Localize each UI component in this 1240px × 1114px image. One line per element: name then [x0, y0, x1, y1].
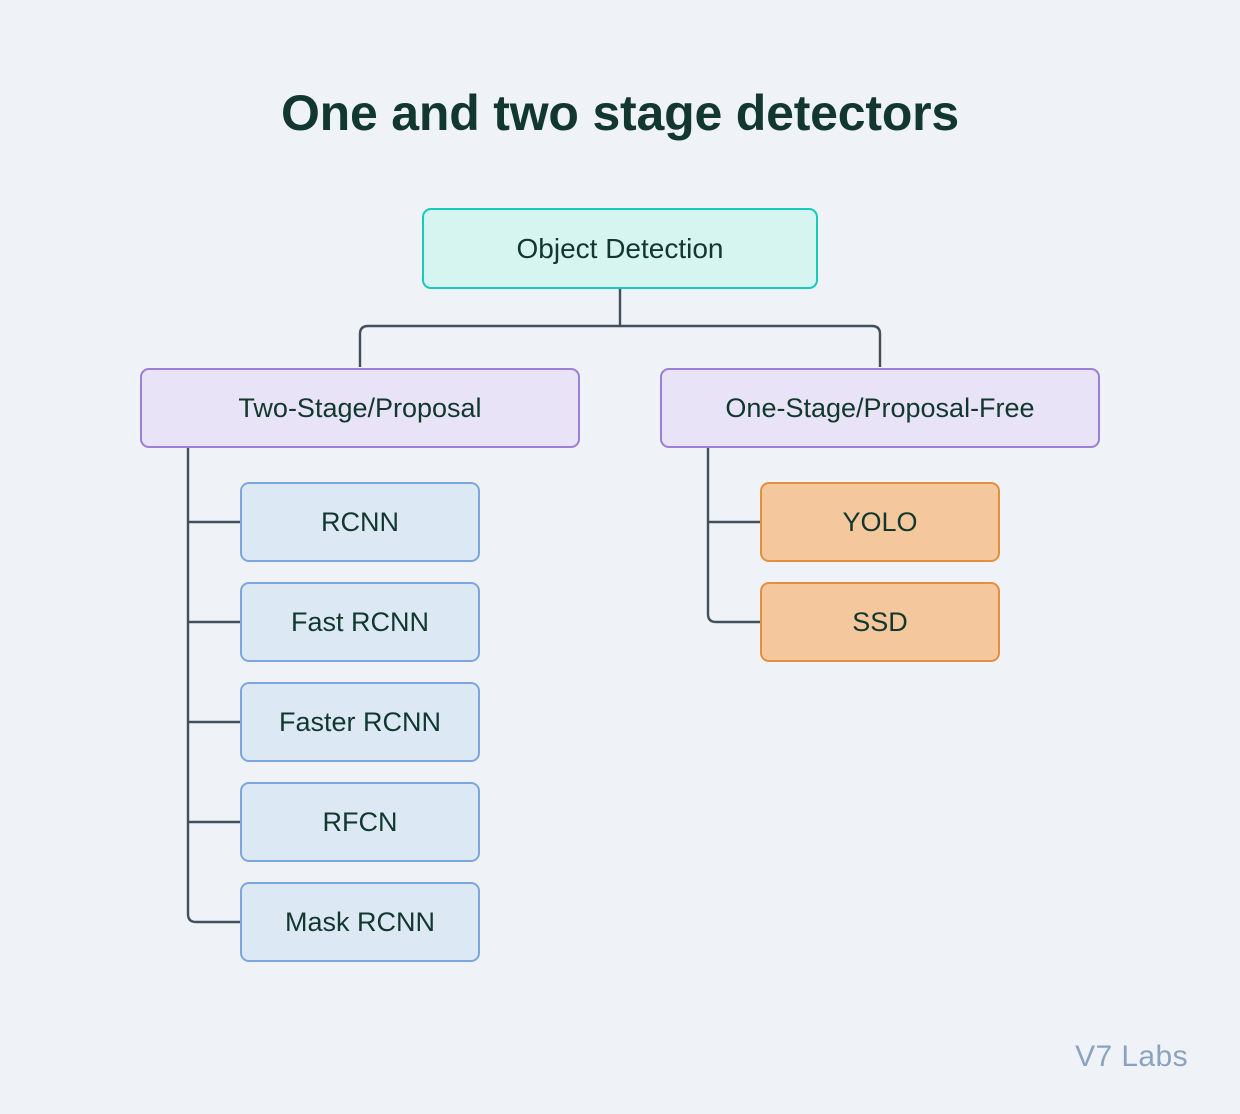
node-label: Mask RCNN	[284, 906, 435, 937]
node-two-stage-proposal[interactable]: Two-Stage/Proposal	[140, 368, 580, 448]
node-label: RFCN	[322, 806, 398, 837]
node-label: One-Stage/Proposal-Free	[725, 392, 1035, 423]
node-fast-rcnn[interactable]: Fast RCNN	[240, 582, 480, 662]
node-yolo[interactable]: YOLO	[760, 482, 1000, 562]
diagram-canvas: One and two stage detectors Object Detec…	[0, 0, 1240, 1114]
wire-root-split	[358, 324, 882, 367]
node-label: YOLO	[842, 506, 918, 537]
node-rfcn[interactable]: RFCN	[240, 782, 480, 862]
node-one-stage-proposal-free[interactable]: One-Stage/Proposal-Free	[660, 368, 1100, 448]
node-label: Object Detection	[516, 232, 724, 264]
node-faster-rcnn[interactable]: Faster RCNN	[240, 682, 480, 762]
node-label: RCNN	[321, 506, 399, 537]
node-label: Fast RCNN	[290, 606, 429, 637]
wire-right-trunk	[706, 448, 760, 624]
page-title: One and two stage detectors	[280, 85, 960, 141]
node-mask-rcnn[interactable]: Mask RCNN	[240, 882, 480, 962]
node-ssd[interactable]: SSD	[760, 582, 1000, 662]
connector-lines	[186, 289, 882, 924]
node-rcnn[interactable]: RCNN	[240, 482, 480, 562]
wire-left-trunk	[186, 448, 240, 924]
node-label: Two-Stage/Proposal	[238, 392, 482, 423]
node-object-detection[interactable]: Object Detection	[422, 208, 818, 289]
node-label: SSD	[852, 606, 908, 637]
watermark-v7-labs: V7 Labs	[1075, 1040, 1188, 1073]
node-label: Faster RCNN	[278, 706, 441, 737]
